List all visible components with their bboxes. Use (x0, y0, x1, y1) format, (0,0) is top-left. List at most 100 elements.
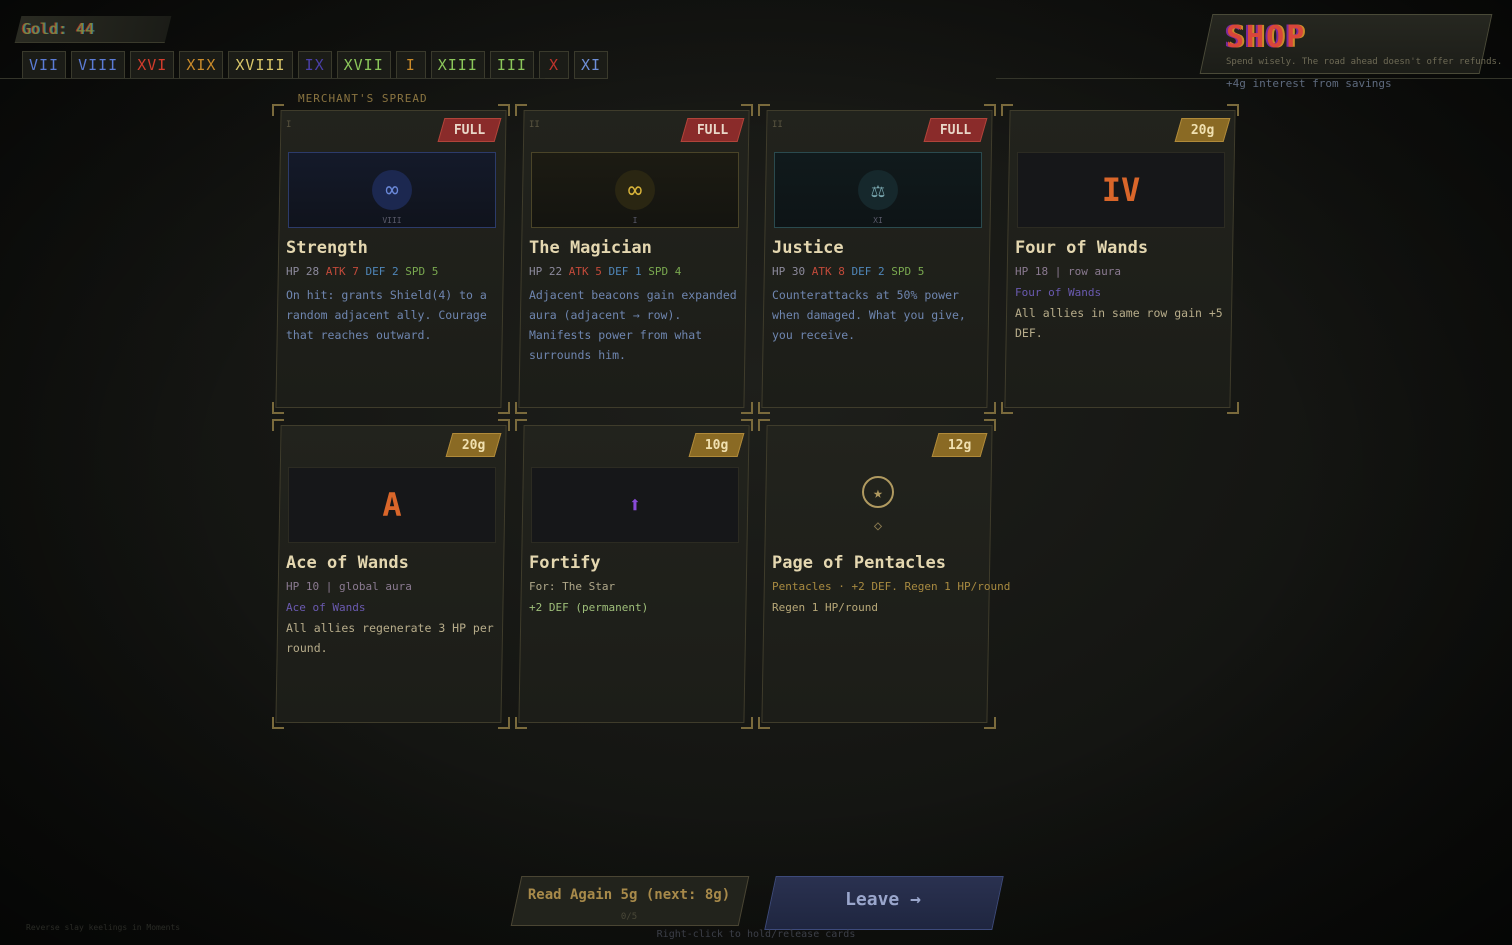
up-arrow-icon: ⬆ (628, 492, 642, 518)
card-art: ⬆ (531, 467, 739, 543)
card-description: On hit: grants Shield(4) to a random adj… (286, 288, 487, 342)
corner-bracket (984, 402, 996, 414)
read-again-count: 0/5 (620, 912, 638, 922)
card-name: Fortify (529, 553, 601, 573)
owned-card-chip[interactable]: XI (573, 51, 609, 79)
price-tag: 20g (1174, 118, 1231, 142)
full-tag: FULL (437, 118, 502, 142)
corner-bracket (515, 104, 527, 116)
corner-bracket (515, 419, 527, 431)
corner-bracket (272, 402, 284, 414)
corner-bracket (272, 419, 284, 431)
art-numeral: XI (873, 216, 883, 225)
owned-card-chip[interactable]: IX (297, 51, 332, 79)
owned-card-chip[interactable]: X (538, 51, 569, 79)
corner-bracket (984, 717, 996, 729)
owned-card-chip[interactable]: XVII (336, 51, 391, 79)
footer-note: Reverse slay keelings in Moments (26, 923, 181, 932)
price-tag: 12g (931, 433, 988, 457)
card-target: For: The Star (529, 580, 616, 593)
corner-bracket (498, 402, 510, 414)
read-again-label[interactable]: Read Again 5g (next: 8g) (516, 887, 742, 903)
card-stats: HP 30 ATK 8 DEF 2 SPD 5 (772, 265, 924, 278)
corner-bracket (984, 104, 996, 116)
art-numeral: I (632, 216, 638, 225)
card-name: Strength (286, 238, 368, 258)
corner-bracket (984, 419, 996, 431)
section-label: MERCHANT'S SPREAD (298, 92, 428, 105)
owned-card-chip[interactable]: XVI (130, 51, 175, 79)
pentacle-icon: ★ (862, 476, 894, 508)
corner-bracket (758, 402, 770, 414)
price-tag: 20g (445, 433, 502, 457)
corner-bracket (272, 104, 284, 116)
atk-stat: ATK 5 (568, 265, 602, 278)
owned-card-chip[interactable]: XIX (179, 51, 224, 79)
corner-bracket (1001, 402, 1013, 414)
interest-note: +4g interest from savings (1226, 77, 1392, 90)
shop-card-fortify[interactable]: 10g ⬆ Fortify For: The Star +2 DEF (perm… (515, 419, 753, 729)
diamond-icon: ◇ (873, 518, 883, 534)
divider (0, 78, 545, 79)
shop-card-justice[interactable]: II FULL ⚖ XI Justice HP 30 ATK 8 DEF 2 S… (758, 104, 996, 414)
card-art: ⚖ XI (774, 152, 982, 228)
card-stats: HP 22 ATK 5 DEF 1 SPD 4 (529, 265, 681, 278)
owned-cards-strip: VII VIII XVI XIX XVIII IX XVII I XIII III X XI (22, 51, 609, 79)
card-numeral: II (529, 120, 540, 130)
card-name: Justice (772, 238, 844, 258)
spd-stat: SPD 4 (648, 265, 682, 278)
full-tag: FULL (923, 118, 988, 142)
corner-bracket (741, 419, 753, 431)
corner-bracket (498, 104, 510, 116)
card-name: The Magician (529, 238, 652, 258)
card-art: ★ ◇ (774, 467, 982, 543)
owned-card-chip[interactable]: III (489, 51, 534, 79)
card-numeral: I (286, 120, 292, 130)
corner-bracket (741, 717, 753, 729)
shop-card-four-of-wands[interactable]: 20g IV Four of Wands HP 18 | row aura Fo… (1001, 104, 1239, 414)
art-numeral: VIII (382, 216, 402, 225)
corner-bracket (498, 419, 510, 431)
corner-bracket (1227, 104, 1239, 116)
leave-label[interactable]: Leave → (770, 889, 996, 910)
card-numeral: II (772, 120, 783, 130)
card-effect: All allies in same row gain +5 DEF. (1015, 306, 1223, 340)
atk-stat: ATK 8 (811, 265, 845, 278)
strength-icon: ∞ (372, 170, 412, 210)
card-name: Ace of Wands (286, 553, 409, 573)
owned-card-chip[interactable]: VII (22, 51, 67, 79)
corner-bracket (1227, 402, 1239, 414)
atk-stat: ATK 7 (325, 265, 359, 278)
corner-bracket (741, 104, 753, 116)
corner-bracket (758, 717, 770, 729)
shop-card-strength[interactable]: I FULL ∞ VIII Strength HP 28 ATK 7 DEF 2… (272, 104, 510, 414)
card-meta: HP 10 | global aura (286, 580, 412, 593)
corner-bracket (515, 402, 527, 414)
card-description: Counterattacks at 50% power when damaged… (772, 288, 966, 342)
owned-card-chip[interactable]: XIII (430, 51, 485, 79)
shop-subtitle: Spend wisely. The road ahead doesn't off… (1226, 57, 1503, 67)
scales-icon: ⚖ (858, 170, 898, 210)
corner-bracket (758, 104, 770, 116)
corner-bracket (741, 402, 753, 414)
corner-bracket (758, 419, 770, 431)
gold-counter: Gold: 44 (22, 20, 95, 38)
owned-card-chip[interactable]: VIII (71, 51, 126, 79)
card-description: Adjacent beacons gain expanded aura (adj… (529, 288, 737, 362)
hp-stat: HP 28 (286, 265, 320, 278)
card-meta: Pentacles · +2 DEF. Regen 1 HP/round (772, 580, 1011, 593)
price-tag: 10g (688, 433, 745, 457)
corner-bracket (515, 717, 527, 729)
corner-bracket (272, 717, 284, 729)
card-suit: Four of Wands (1015, 286, 1102, 299)
card-name: Page of Pentacles (772, 553, 946, 573)
corner-bracket (1001, 104, 1013, 116)
vignette (0, 0, 1512, 945)
spd-stat: SPD 5 (405, 265, 439, 278)
shop-card-page-of-pentacles[interactable]: 12g ★ ◇ Page of Pentacles Pentacles · +2… (758, 419, 1010, 729)
card-art: A (288, 467, 496, 543)
shop-card-the-magician[interactable]: II FULL ∞ I The Magician HP 22 ATK 5 DEF… (515, 104, 753, 414)
shop-card-ace-of-wands[interactable]: 20g A Ace of Wands HP 10 | global aura A… (272, 419, 510, 729)
owned-card-chip[interactable]: I (395, 51, 426, 79)
owned-card-chip[interactable]: XVIII (228, 51, 293, 79)
